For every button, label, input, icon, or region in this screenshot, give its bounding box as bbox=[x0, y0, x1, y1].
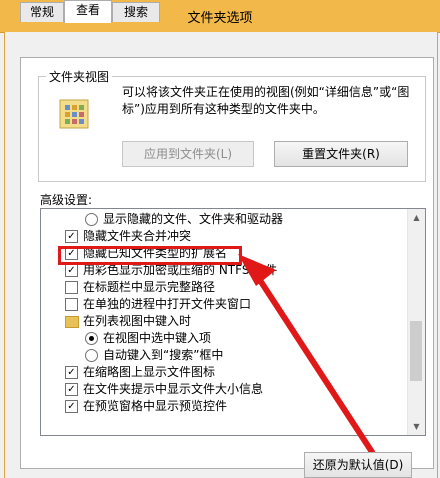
setting-label: 在单独的进程中打开文件夹窗口 bbox=[83, 297, 252, 311]
advanced-settings-label: 高级设置: bbox=[40, 193, 93, 207]
annotation-highlight-box bbox=[58, 246, 242, 265]
setting-checkbox[interactable]: ✓ bbox=[65, 400, 78, 413]
tab-view[interactable]: 查看 bbox=[64, 0, 112, 23]
scroll-down-icon[interactable]: ▼ bbox=[408, 418, 425, 435]
setting-checkbox[interactable] bbox=[65, 298, 78, 311]
setting-label: 自动键入到“搜索”框中 bbox=[103, 348, 224, 362]
reset-folders-button[interactable]: 重置文件夹(R) bbox=[274, 141, 408, 167]
setting-checkbox[interactable] bbox=[65, 281, 78, 294]
folder-view-description: 可以将该文件夹正在使用的视图(例如“详细信息”或“图标”)应用到所有这种类型的文… bbox=[122, 85, 410, 116]
folder-view-label: 文件夹视图 bbox=[46, 68, 113, 85]
folder-view-icon bbox=[59, 99, 89, 129]
setting-label: 在预览窗格中显示预览控件 bbox=[83, 399, 228, 413]
setting-checkbox[interactable]: ✓ bbox=[65, 230, 78, 243]
scroll-thumb[interactable] bbox=[410, 321, 422, 381]
scroll-up-icon[interactable]: ▲ bbox=[408, 209, 425, 226]
tab-general[interactable]: 常规 bbox=[20, 2, 64, 22]
list-scrollbar[interactable]: ▲ ▼ bbox=[407, 209, 425, 435]
restore-defaults-button[interactable]: 还原为默认值(D) bbox=[304, 452, 412, 478]
advanced-settings-list[interactable]: 显示隐藏的文件、文件夹和驱动器 ✓ 隐藏文件夹合并冲突 ✓ 隐藏已知文件类型的扩展名 ✓ 用… bbox=[40, 208, 426, 436]
setting-label: 在列表视图中键入时 bbox=[83, 314, 192, 328]
setting-label: 隐藏文件夹合并冲突 bbox=[83, 229, 192, 243]
setting-label: 在文件夹提示中显示文件大小信息 bbox=[83, 382, 264, 396]
setting-radio[interactable] bbox=[85, 349, 98, 362]
setting-checkbox[interactable]: ✓ bbox=[65, 383, 78, 396]
setting-checkbox[interactable]: ✓ bbox=[65, 264, 78, 277]
setting-radio[interactable] bbox=[85, 213, 98, 226]
setting-label: 在视图中选中键入项 bbox=[103, 331, 212, 345]
setting-label: 显示隐藏的文件、文件夹和驱动器 bbox=[103, 212, 284, 226]
setting-label: 在缩略图上显示文件图标 bbox=[83, 365, 216, 379]
setting-checkbox[interactable]: ✓ bbox=[65, 366, 78, 379]
apply-to-folders-button[interactable]: 应用到文件夹(L) bbox=[122, 141, 254, 167]
setting-label: 在标题栏中显示完整路径 bbox=[83, 280, 216, 294]
tab-search[interactable]: 搜索 bbox=[112, 2, 160, 22]
folder-icon bbox=[65, 316, 79, 328]
setting-radio[interactable] bbox=[85, 332, 98, 345]
